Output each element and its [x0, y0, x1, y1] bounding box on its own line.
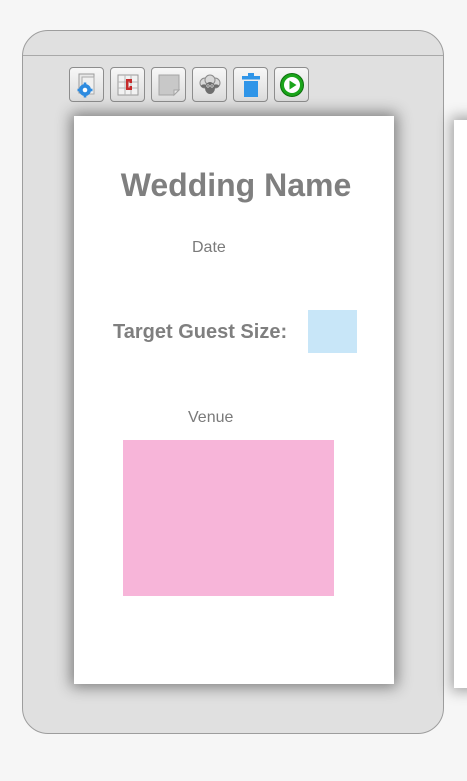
- wedding-name-title[interactable]: Wedding Name: [74, 167, 394, 204]
- panel-divider: [23, 55, 443, 56]
- venue-box[interactable]: [123, 440, 334, 596]
- magnet-grid-icon: [117, 74, 138, 95]
- target-guest-size-label: Target Guest Size:: [113, 321, 288, 343]
- toolbar: [69, 67, 309, 102]
- snap-grid-button[interactable]: [110, 67, 145, 102]
- target-guest-size-field[interactable]: [308, 310, 357, 353]
- run-button[interactable]: [274, 67, 309, 102]
- note-icon: [158, 74, 180, 96]
- settings-button[interactable]: [69, 67, 104, 102]
- play-icon: [279, 72, 304, 97]
- wedding-card: Wedding Name Date Target Guest Size: Ven…: [74, 116, 394, 684]
- trash-icon: [241, 72, 260, 97]
- sheep-button[interactable]: [192, 67, 227, 102]
- date-label[interactable]: Date: [192, 239, 226, 257]
- venue-label: Venue: [188, 409, 234, 426]
- app-stage: Wedding Name Date Target Guest Size: Ven…: [0, 0, 467, 781]
- note-button[interactable]: [151, 67, 186, 102]
- sheep-icon: [199, 74, 220, 94]
- document-settings-icon: [77, 73, 94, 97]
- delete-button[interactable]: [233, 67, 268, 102]
- next-card-edge: [454, 120, 467, 688]
